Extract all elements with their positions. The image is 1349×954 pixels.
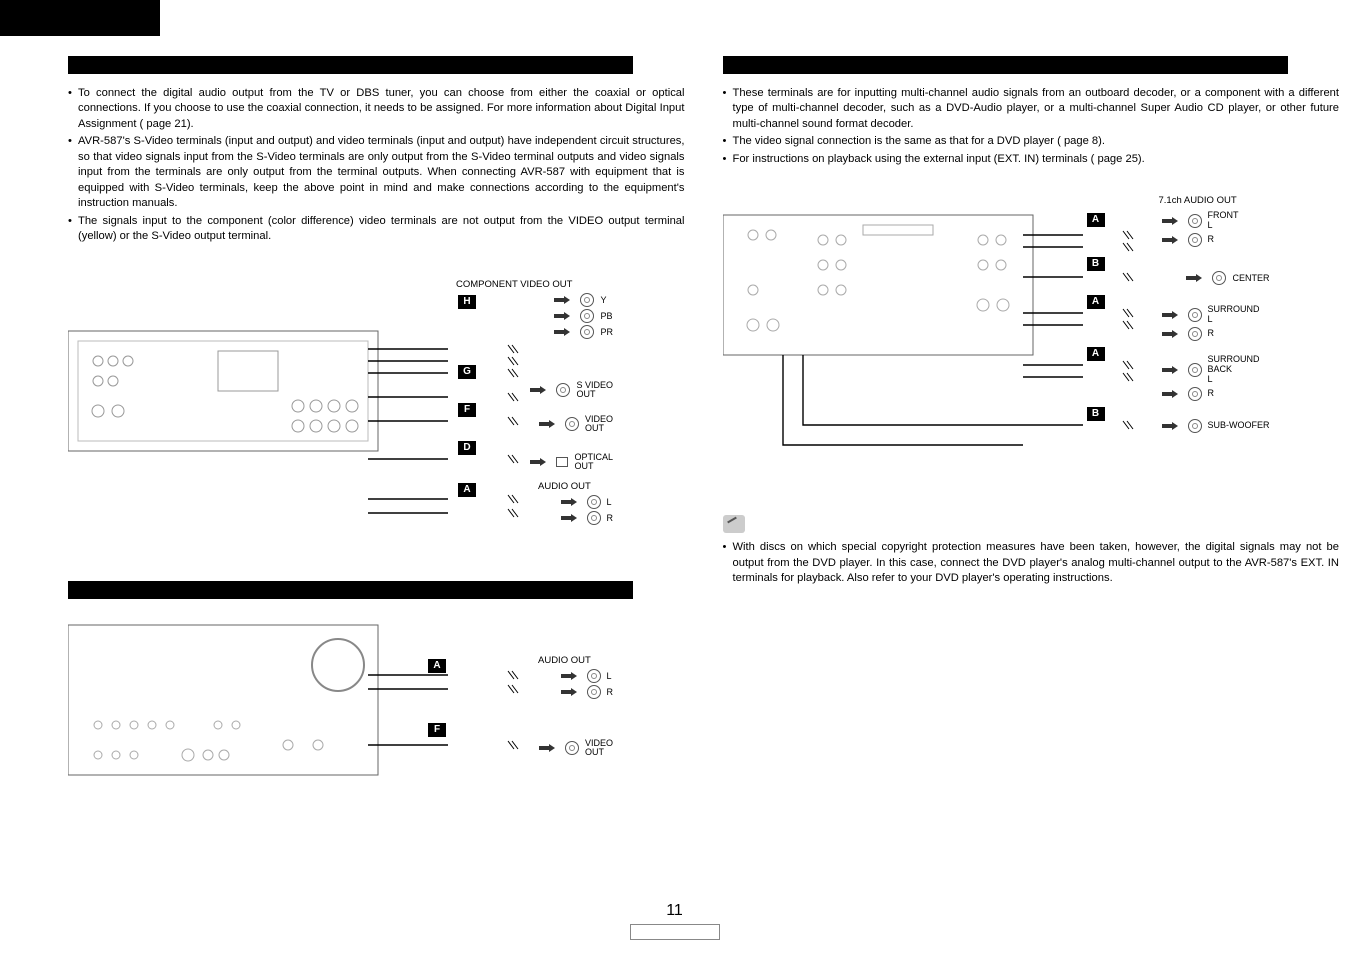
right-note-list: With discs on which special copyright pr… [723, 540, 1340, 586]
right-section-header-bar [723, 56, 1288, 74]
left-bullet-list: To connect the digital audio output from… [68, 86, 685, 245]
tag-g: G [458, 365, 476, 379]
left-column: To connect the digital audio output from… [68, 56, 685, 805]
d2-row-video: VIDEOOUT [539, 739, 613, 759]
row-svideo: S VIDEOOUT [530, 381, 613, 401]
tag-f: F [458, 403, 476, 417]
left-bullet-2-empty: AVR-587's S-Video terminals (input and o… [68, 134, 685, 211]
right-bullet-3: For instructions on playback using the e… [723, 152, 1340, 167]
row-y: Y [554, 293, 613, 307]
top-black-header-block [0, 0, 160, 36]
grp-sub: SUB-WOOFER [1162, 419, 1270, 433]
row-audio-l: L [561, 495, 614, 509]
row-video: VIDEOOUT [539, 415, 613, 435]
bullet-text: To connect the digital audio output from… [78, 87, 685, 130]
tag2-f: F [428, 723, 446, 737]
d2-row-r: R [561, 685, 614, 699]
row-pr: PR [554, 325, 613, 339]
page-number: 11 [666, 902, 683, 920]
left-diagram-top: COMPONENT VIDEO OUT Y PB PR H S VIDEOOUT… [68, 261, 633, 551]
right-bullet-1: These terminals are for inputting multi-… [723, 86, 1340, 132]
diagram2-svg [68, 615, 633, 805]
audio-title: AUDIO OUT [538, 481, 591, 492]
tag-a: A [458, 483, 476, 497]
right-column: These terminals are for inputting multi-… [723, 56, 1340, 805]
bullet-text-indent: AVR-587's S-Video terminals (input and o… [78, 135, 685, 209]
cvout-title: COMPONENT VIDEO OUT [456, 279, 572, 290]
audio-title2: AUDIO OUT [538, 655, 591, 666]
left-bullet-3: The signals input to the component (colo… [68, 214, 685, 245]
rt-tag-b1: B [1087, 257, 1105, 271]
right-diagram: 7.1ch AUDIO OUT A FRONTL R B CENTER A SU… [723, 195, 1288, 505]
tag2-a: A [428, 659, 446, 673]
grp-center: CENTER [1186, 271, 1269, 285]
diagram-svg [68, 261, 633, 551]
bullet-text: The signals input to the component (colo… [78, 215, 685, 242]
right-note-bullet: With discs on which special copyright pr… [723, 540, 1340, 586]
rt-tag-a2: A [1087, 295, 1105, 309]
left-section-header-bar [68, 56, 633, 74]
left-section-header-bar-2 [68, 581, 633, 599]
page: To connect the digital audio output from… [0, 0, 1349, 954]
grp-surround: SURROUNDL R [1162, 303, 1270, 343]
right-bullet-list: These terminals are for inputting multi-… [723, 86, 1340, 167]
note-icon [723, 515, 745, 533]
rt-tag-b2: B [1087, 407, 1105, 421]
row-audio-r: R [561, 511, 614, 525]
tag-d: D [458, 441, 476, 455]
rt-tag-a1: A [1087, 213, 1105, 227]
grp-front: FRONTL R [1162, 209, 1270, 249]
rt-tag-a3: A [1087, 347, 1105, 361]
r-title: 7.1ch AUDIO OUT [1159, 195, 1237, 206]
right-bullet-2: The video signal connection is the same … [723, 134, 1340, 149]
d2-row-l: L [561, 669, 614, 683]
row-optical: OPTICALOUT [530, 453, 613, 473]
tag-h: H [458, 295, 476, 309]
row-pb: PB [554, 309, 613, 323]
two-column-layout: To connect the digital audio output from… [68, 56, 1339, 805]
left-diagram-bottom: AUDIO OUT L R A VIDEOOUT F [68, 615, 633, 805]
footer-box [630, 924, 720, 940]
left-bullet-1: To connect the digital audio output from… [68, 86, 685, 132]
grp-sback: SURROUND BACKL R [1162, 353, 1270, 403]
